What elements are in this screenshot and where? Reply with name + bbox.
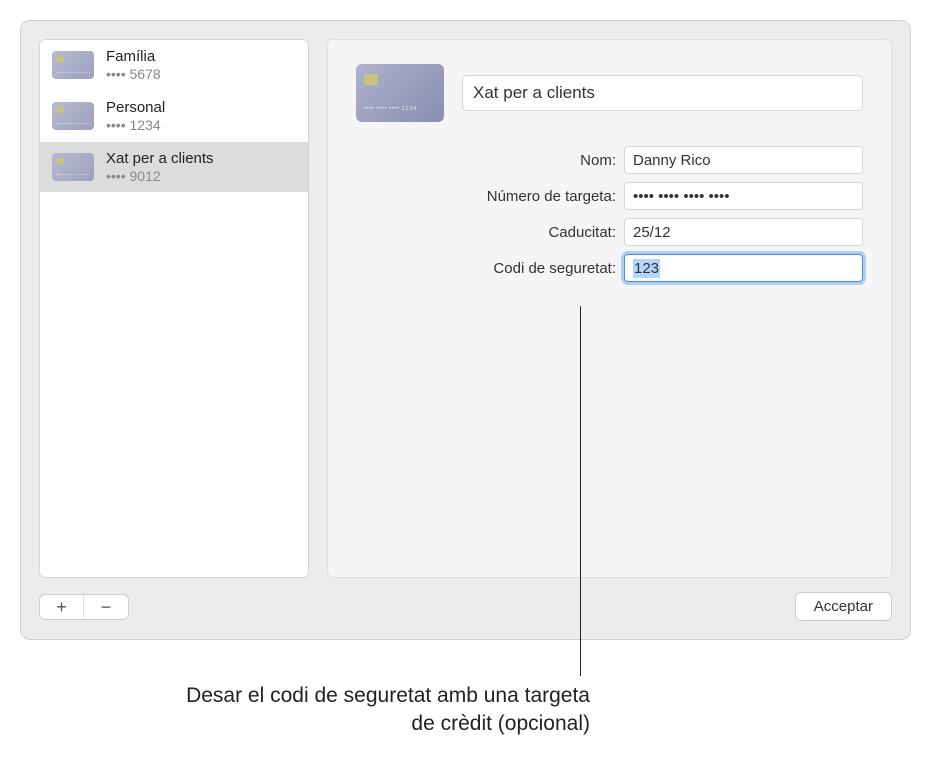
sidebar-item-familia[interactable]: Família •••• 5678 — [40, 40, 308, 91]
bottom-bar: + − Acceptar — [39, 592, 892, 621]
sidebar-item-masked: •••• 1234 — [106, 117, 165, 134]
detail-header — [356, 64, 863, 122]
credit-card-icon — [52, 102, 94, 130]
add-button[interactable]: + — [40, 595, 84, 619]
sidebar-item-masked: •••• 9012 — [106, 168, 214, 185]
form-rows: Nom: Número de targeta: Caducitat: Codi … — [436, 146, 863, 282]
input-expiry[interactable] — [624, 218, 863, 246]
sidebar-item-title: Xat per a clients — [106, 150, 214, 168]
label-name: Nom: — [436, 152, 616, 169]
card-sidebar: Família •••• 5678 Personal •••• 1234 Xat… — [39, 39, 309, 578]
row-security: Codi de seguretat: 123 — [436, 254, 863, 282]
input-security[interactable]: 123 — [624, 254, 863, 282]
row-name: Nom: — [436, 146, 863, 174]
sidebar-item-text: Família •••• 5678 — [106, 48, 161, 83]
label-expiry: Caducitat: — [436, 224, 616, 241]
preferences-window: Família •••• 5678 Personal •••• 1234 Xat… — [20, 20, 911, 640]
sidebar-item-clients[interactable]: Xat per a clients •••• 9012 — [40, 142, 308, 193]
sidebar-item-text: Personal •••• 1234 — [106, 99, 165, 134]
credit-card-icon-large — [356, 64, 444, 122]
sidebar-item-text: Xat per a clients •••• 9012 — [106, 150, 214, 185]
main-area: Família •••• 5678 Personal •••• 1234 Xat… — [39, 39, 892, 578]
sidebar-item-title: Personal — [106, 99, 165, 117]
credit-card-icon — [52, 153, 94, 181]
row-number: Número de targeta: — [436, 182, 863, 210]
sidebar-item-title: Família — [106, 48, 161, 66]
accept-button[interactable]: Acceptar — [795, 592, 892, 621]
input-name[interactable] — [624, 146, 863, 174]
add-remove-group: + − — [39, 594, 129, 620]
callout-text: Desar el codi de seguretat amb una targe… — [160, 682, 590, 739]
detail-panel: Nom: Número de targeta: Caducitat: Codi … — [327, 39, 892, 578]
label-number: Número de targeta: — [436, 188, 616, 205]
row-expiry: Caducitat: — [436, 218, 863, 246]
label-security: Codi de seguretat: — [436, 260, 616, 277]
card-title-input[interactable] — [462, 75, 863, 111]
input-number[interactable] — [624, 182, 863, 210]
sidebar-item-personal[interactable]: Personal •••• 1234 — [40, 91, 308, 142]
callout-line — [580, 306, 581, 676]
input-security-value: 123 — [633, 259, 660, 278]
sidebar-item-masked: •••• 5678 — [106, 66, 161, 83]
remove-button[interactable]: − — [84, 595, 128, 619]
credit-card-icon — [52, 51, 94, 79]
